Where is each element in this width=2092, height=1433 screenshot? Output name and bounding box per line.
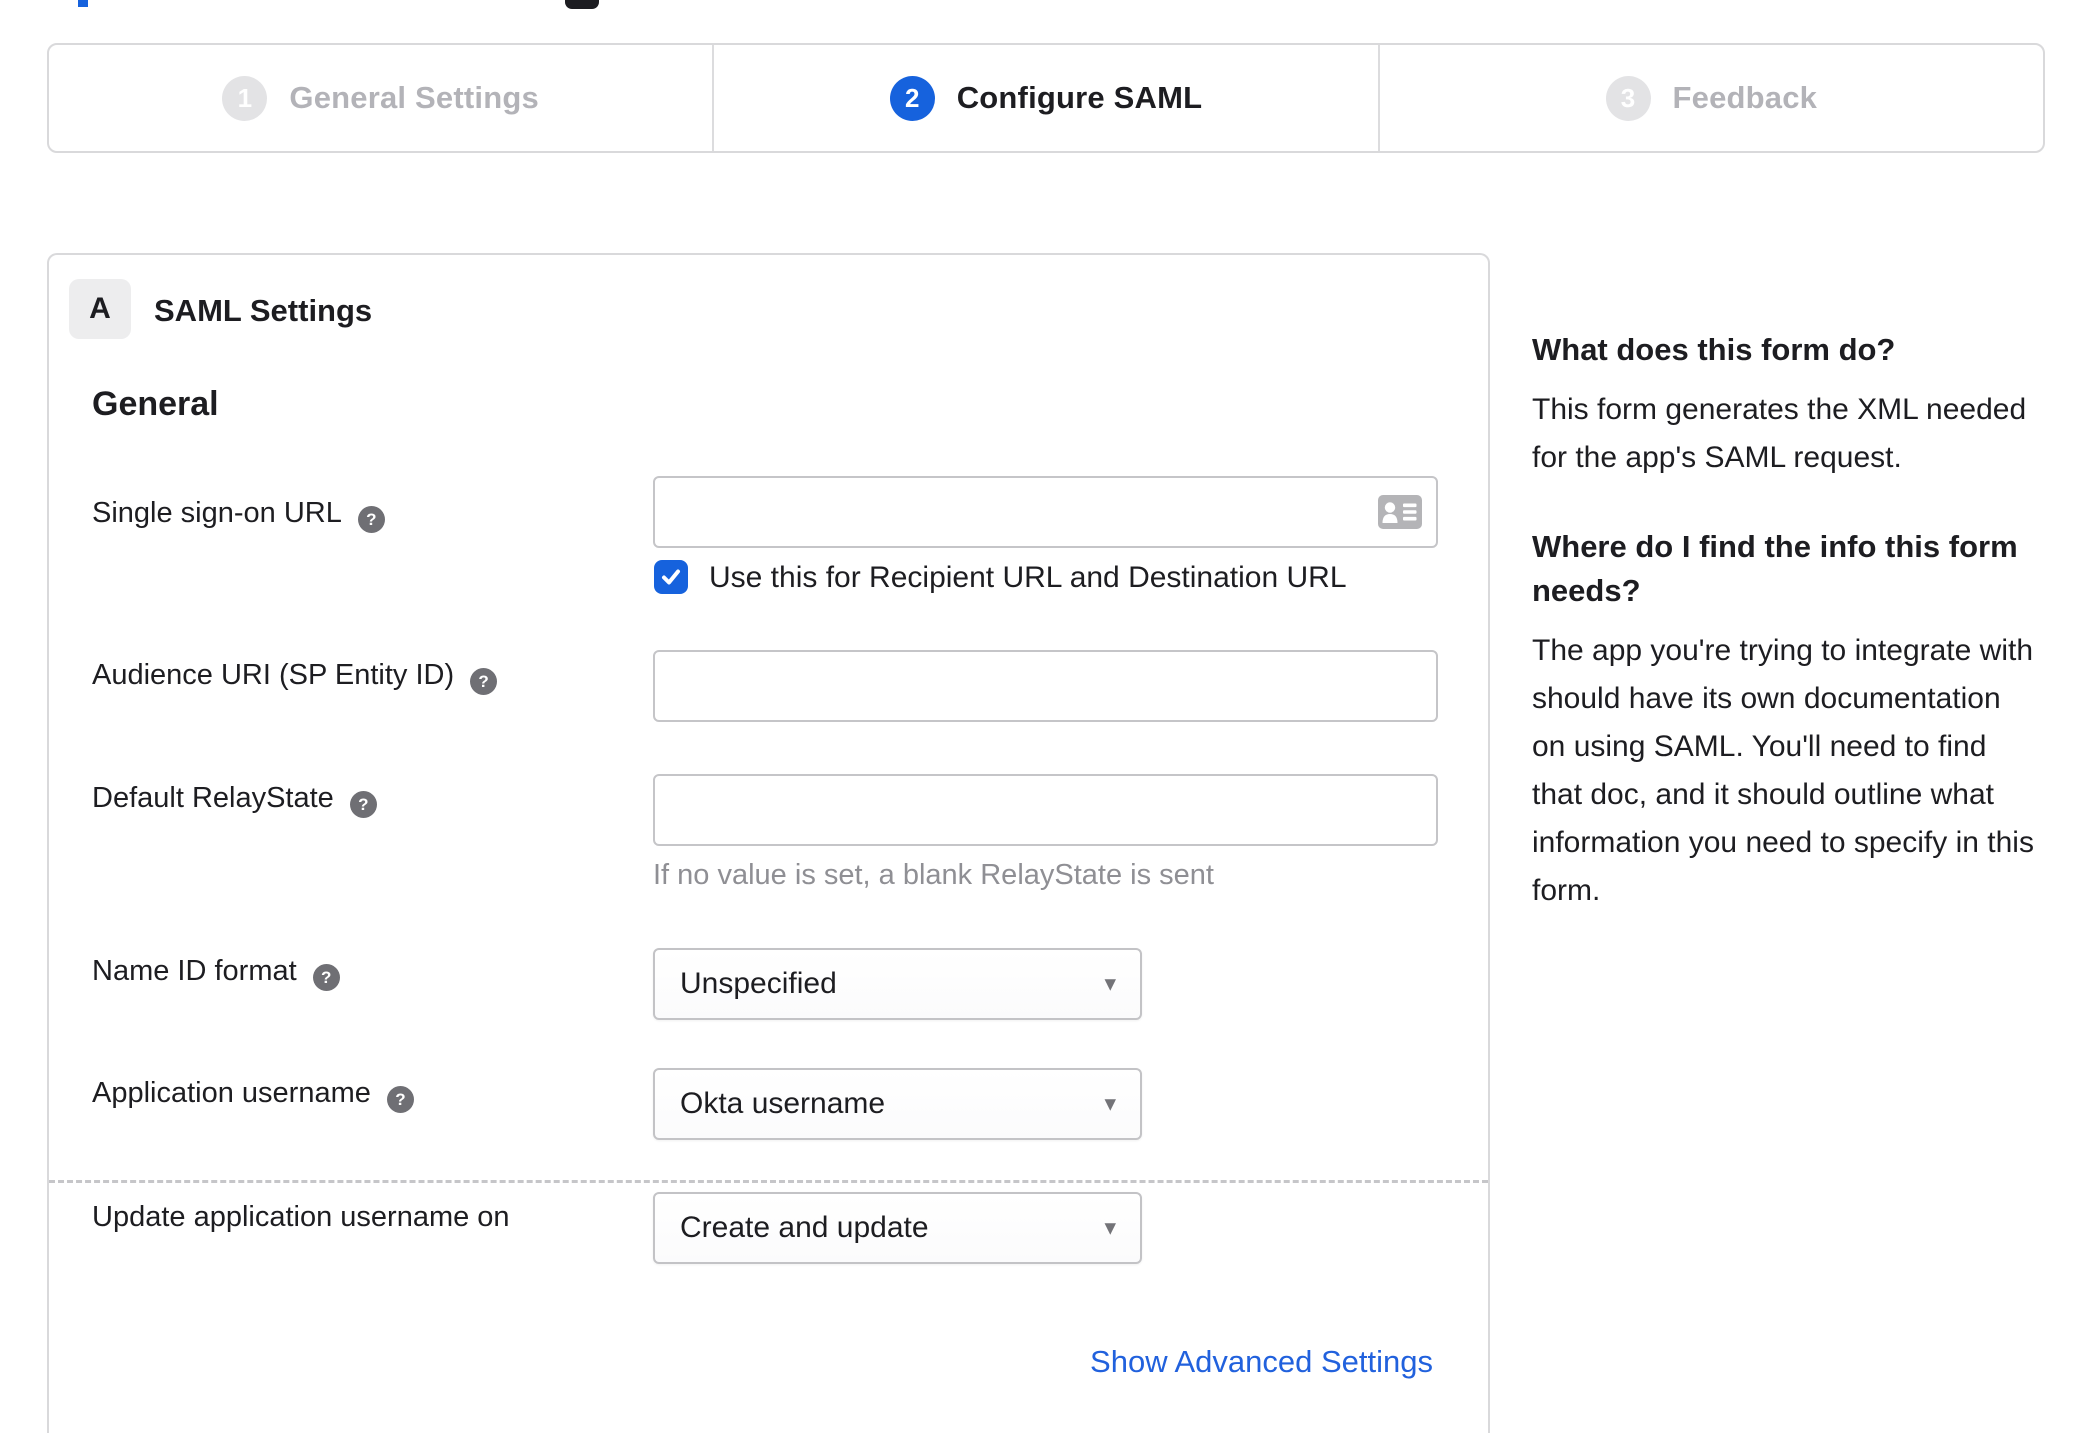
update-username-value: Create and update (680, 1211, 929, 1244)
help-sidebar: What does this form do? This form genera… (1532, 328, 2040, 915)
saml-settings-panel: A SAML Settings General Single sign-on U… (47, 253, 1490, 1433)
step-2-label: Configure SAML (956, 80, 1203, 115)
step-3-label: Feedback (1672, 80, 1818, 115)
wizard-stepper: 1 General Settings 2 Configure SAML 3 Fe… (47, 43, 2045, 153)
sso-url-label: Single sign-on URL? (92, 497, 385, 533)
relay-state-input[interactable] (653, 774, 1438, 846)
dropdown-caret-icon: ▾ (1104, 1090, 1116, 1117)
step-2-number-badge: 2 (889, 75, 935, 121)
relay-state-hint: If no value is set, a blank RelayState i… (653, 859, 1214, 891)
checkmark-icon (662, 569, 680, 585)
audience-uri-input[interactable] (653, 650, 1438, 722)
recipient-url-checkbox-label: Use this for Recipient URL and Destinati… (709, 561, 1347, 594)
saml-setup-wizard-page: 1 General Settings 2 Configure SAML 3 Fe… (0, 0, 2092, 1433)
step-1-number-badge: 1 (222, 75, 268, 121)
help-heading-where: Where do I find the info this form needs… (1532, 529, 2018, 608)
step-feedback[interactable]: 3 Feedback (1377, 45, 2043, 151)
name-id-format-select[interactable]: Unspecified ▾ (653, 948, 1142, 1020)
help-section-where: Where do I find the info this form needs… (1532, 525, 2040, 915)
name-id-format-value: Unspecified (680, 967, 837, 1000)
sso-url-input[interactable] (653, 476, 1438, 548)
dropdown-caret-icon: ▾ (1104, 1214, 1116, 1241)
recipient-url-checkbox[interactable] (654, 560, 688, 594)
contact-card-icon (1378, 495, 1422, 529)
update-username-label: Update application username on (92, 1201, 510, 1233)
name-id-format-label: Name ID format? (92, 955, 340, 991)
dropdown-caret-icon: ▾ (1104, 970, 1116, 997)
help-body-what: This form generates the XML needed for t… (1532, 393, 2027, 474)
step-configure-saml[interactable]: 2 Configure SAML (712, 45, 1377, 151)
audience-uri-label: Audience URI (SP Entity ID)? (92, 659, 498, 695)
app-username-help-icon[interactable]: ? (386, 1086, 414, 1113)
clipped-header-icon (565, 0, 599, 9)
name-id-format-help-icon[interactable]: ? (312, 964, 340, 991)
app-username-value: Okta username (680, 1087, 886, 1120)
section-a-badge: A (69, 279, 131, 339)
audience-uri-help-icon[interactable]: ? (470, 668, 498, 695)
help-body-where: The app you're trying to integrate with … (1532, 634, 2034, 907)
relay-state-help-icon[interactable]: ? (349, 791, 377, 818)
relay-state-label: Default RelayState? (92, 782, 377, 818)
app-username-select[interactable]: Okta username ▾ (653, 1068, 1142, 1140)
general-group-heading: General (92, 385, 219, 423)
show-advanced-settings-link[interactable]: Show Advanced Settings (1090, 1344, 1433, 1380)
step-1-label: General Settings (289, 80, 539, 115)
section-title: SAML Settings (154, 293, 373, 328)
sso-url-input-wrap (653, 476, 1438, 548)
help-section-what: What does this form do? This form genera… (1532, 328, 2040, 482)
step-general-settings[interactable]: 1 General Settings (49, 45, 712, 151)
step-3-number-badge: 3 (1605, 75, 1651, 121)
help-heading-what: What does this form do? (1532, 332, 1896, 367)
clipped-header-blue-accent (78, 0, 88, 7)
update-username-select[interactable]: Create and update ▾ (653, 1192, 1142, 1264)
app-username-label: Application username? (92, 1077, 414, 1113)
section-dashed-divider (49, 1180, 1488, 1183)
sso-url-help-icon[interactable]: ? (357, 506, 385, 533)
